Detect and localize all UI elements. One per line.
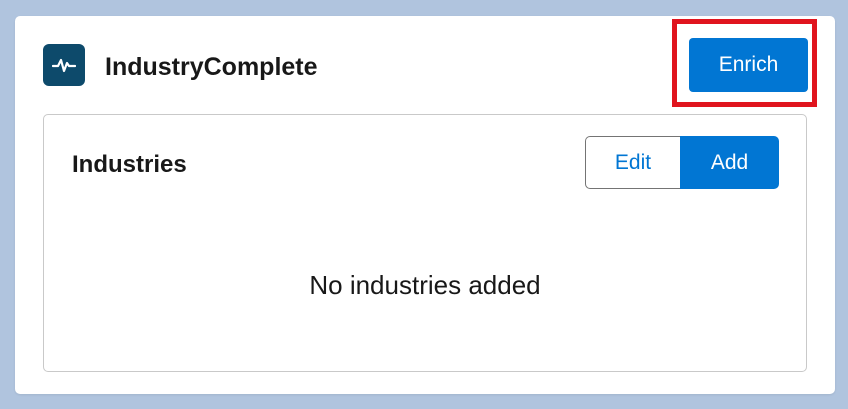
edit-button[interactable]: Edit xyxy=(585,136,680,189)
industry-complete-card: IndustryComplete Enrich Industries Edit … xyxy=(15,16,835,394)
pulse-icon xyxy=(43,44,85,86)
industries-section: Industries Edit Add No industries added xyxy=(43,114,807,372)
add-button[interactable]: Add xyxy=(680,136,779,189)
card-title: IndustryComplete xyxy=(105,53,318,81)
enrich-button[interactable]: Enrich xyxy=(689,38,808,92)
industries-button-group: Edit Add xyxy=(585,136,779,189)
empty-state-message: No industries added xyxy=(309,270,541,300)
industries-title: Industries xyxy=(72,151,187,178)
